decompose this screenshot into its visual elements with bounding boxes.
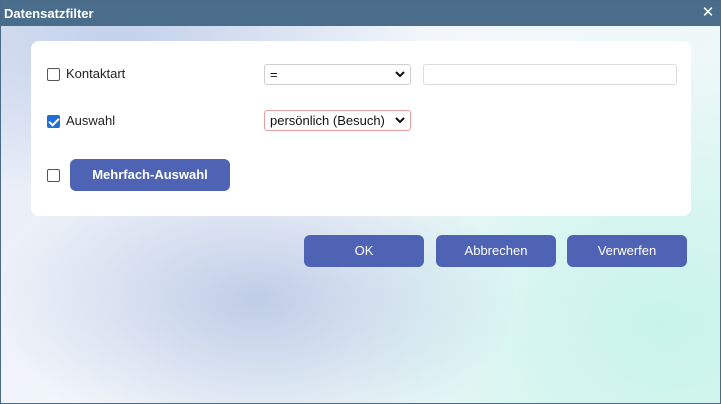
filter-dialog: Datensatzfilter ✕ Kontaktart = Auswahl p… bbox=[0, 0, 721, 404]
kontaktart-operator-value: = bbox=[270, 67, 278, 82]
kontaktart-value-input[interactable] bbox=[423, 64, 677, 85]
dialog-title: Datensatzfilter bbox=[4, 6, 94, 21]
mehrfach-auswahl-button[interactable]: Mehrfach-Auswahl bbox=[70, 159, 230, 191]
cancel-button[interactable]: Abbrechen bbox=[436, 235, 556, 267]
auswahl-checkbox[interactable] bbox=[47, 115, 60, 128]
auswahl-label: Auswahl bbox=[66, 113, 116, 128]
auswahl-select[interactable]: persönlich (Besuch) bbox=[264, 110, 411, 131]
kontaktart-label: Kontaktart bbox=[66, 66, 126, 81]
chevron-down-icon bbox=[395, 117, 405, 124]
discard-button[interactable]: Verwerfen bbox=[567, 235, 687, 267]
close-icon[interactable]: ✕ bbox=[700, 4, 716, 22]
auswahl-select-value: persönlich (Besuch) bbox=[270, 113, 385, 128]
mehrfach-checkbox[interactable] bbox=[47, 169, 60, 182]
filter-panel: Kontaktart = Auswahl persönlich (Besuch)… bbox=[31, 41, 691, 216]
ok-button[interactable]: OK bbox=[304, 235, 424, 267]
kontaktart-checkbox[interactable] bbox=[47, 68, 60, 81]
kontaktart-operator-select[interactable]: = bbox=[264, 64, 411, 85]
chevron-down-icon bbox=[395, 71, 405, 78]
dialog-titlebar: Datensatzfilter ✕ bbox=[1, 1, 720, 26]
